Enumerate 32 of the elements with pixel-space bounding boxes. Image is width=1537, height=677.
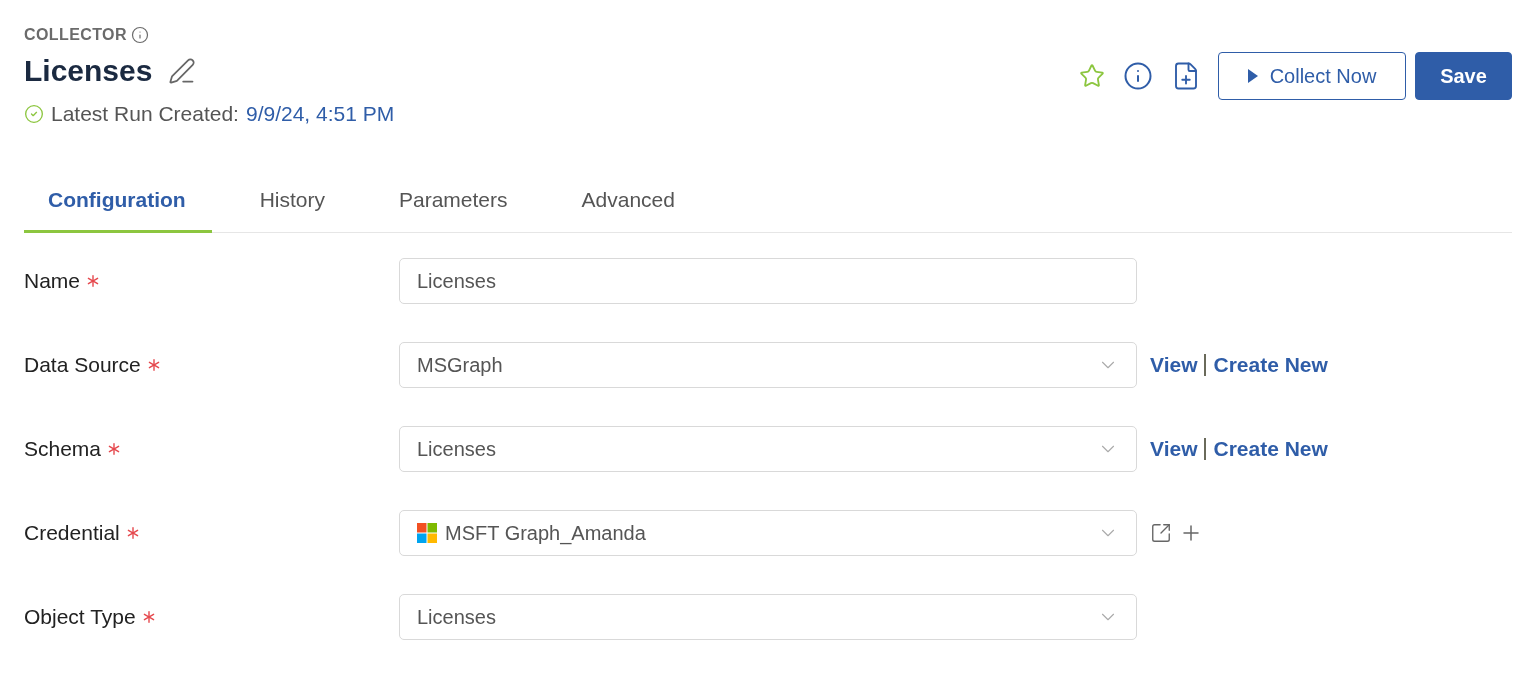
status-label: Latest Run Created:: [51, 102, 239, 126]
dropdown-field[interactable]: Licenses: [399, 594, 1137, 640]
dropdown-field[interactable]: Licenses: [399, 426, 1137, 472]
four-squares-logo-icon: [417, 523, 437, 543]
field-label: Name: [24, 269, 81, 293]
create-new-link[interactable]: Create New: [1213, 437, 1328, 461]
check-circle-icon: [24, 104, 44, 124]
pencil-icon[interactable]: [168, 57, 197, 85]
text-input-field[interactable]: Licenses: [399, 258, 1137, 304]
dropdown-field[interactable]: MSGraph: [399, 342, 1137, 388]
tab[interactable]: Parameters: [375, 174, 534, 233]
field-label: Schema: [24, 437, 102, 461]
run-date-link[interactable]: 9/9/24, 4:51 PM: [245, 102, 395, 126]
create-new-link[interactable]: Create New: [1213, 353, 1328, 377]
tab[interactable]: Advanced: [557, 174, 701, 233]
info-icon[interactable]: [130, 26, 149, 44]
field-label: Credential: [24, 521, 120, 545]
dropdown-field[interactable]: MSFT Graph_Amanda: [399, 510, 1137, 556]
view-link[interactable]: View: [1150, 353, 1198, 377]
field-label: Data Source: [24, 353, 141, 377]
field-label: Object Type: [24, 605, 136, 629]
tab[interactable]: History: [235, 174, 351, 233]
page-eyebrow: COLLECTOR: [24, 26, 127, 44]
external-link-icon[interactable]: [1150, 522, 1172, 544]
collect-now-button[interactable]: Collect Now: [1218, 52, 1406, 100]
save-button[interactable]: Save: [1415, 52, 1512, 100]
star-icon[interactable]: [1079, 63, 1105, 89]
info-icon[interactable]: [1123, 61, 1153, 91]
view-link[interactable]: View: [1150, 437, 1198, 461]
tab[interactable]: Configuration: [24, 174, 212, 233]
play-icon: [1247, 69, 1258, 83]
page-title: Licenses: [24, 53, 153, 89]
